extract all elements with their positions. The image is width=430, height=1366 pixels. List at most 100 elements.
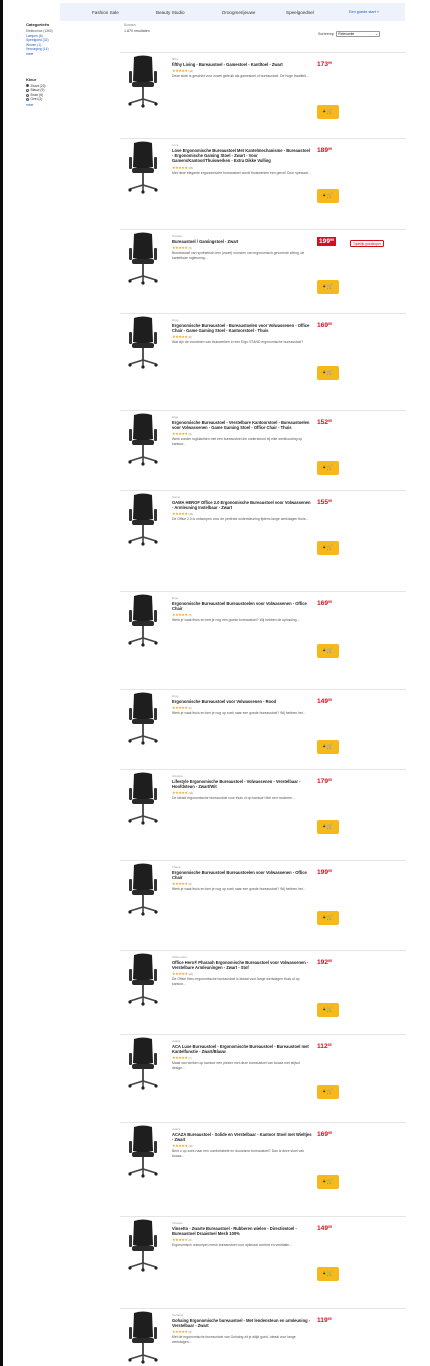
product-brand[interactable]: Tectake: [172, 234, 312, 238]
product-card[interactable]: Lifestyle Lifestyle Ergonomische Bureaus…: [120, 769, 406, 860]
product-card[interactable]: Acaza ACA Luxe Bureaustoel - Ergonomisch…: [120, 1034, 406, 1122]
product-image[interactable]: [120, 314, 166, 374]
product-image[interactable]: [120, 690, 166, 750]
product-image[interactable]: [120, 411, 166, 471]
product-image[interactable]: [120, 951, 166, 1011]
nav-speelgoed[interactable]: Speelgoedsel: [286, 10, 314, 15]
product-brand[interactable]: Ergo: [172, 318, 312, 322]
product-card[interactable]: Ergo Ergonomische Bureaustoel Bureaustoe…: [120, 591, 406, 689]
product-image[interactable]: [120, 1035, 166, 1095]
review-count[interactable]: (9): [189, 882, 192, 886]
add-to-cart-button[interactable]: + 🛒: [317, 366, 339, 380]
product-title[interactable]: Bureaustoel / Gamingstoel - Zwart: [172, 239, 312, 244]
review-count[interactable]: (25): [189, 166, 193, 170]
product-title[interactable]: Ergonomische Bureaustoel Bureaustoelen v…: [172, 870, 312, 880]
color-option[interactable]: Geel (2): [26, 97, 106, 102]
product-title[interactable]: Ergonomische Bureaustoel Bureaustoelen v…: [172, 601, 312, 611]
product-image[interactable]: [120, 139, 166, 199]
product-card[interactable]: Office Hero Office Hero® Pharaoh Ergonom…: [120, 950, 406, 1034]
product-card[interactable]: Thaue Ergonomische Bureaustoel Bureausto…: [120, 860, 406, 950]
radio-icon[interactable]: [26, 93, 29, 97]
product-title[interactable]: GAMA HEROF Office 2.0 Ergonomische Burea…: [172, 500, 312, 510]
review-count[interactable]: (3): [189, 246, 192, 250]
add-to-cart-button[interactable]: + 🛒: [317, 1175, 339, 1189]
product-card[interactable]: Acaza ACAZA Bureaustoel - Solide en Vers…: [120, 1122, 406, 1216]
product-card[interactable]: Gohaing Gohaing Ergonomische bureaustoel…: [120, 1308, 406, 1366]
product-brand[interactable]: Acaza: [172, 1127, 312, 1131]
add-to-cart-button[interactable]: + 🛒: [317, 105, 339, 119]
radio-selected-icon[interactable]: [26, 84, 29, 88]
product-image[interactable]: [120, 491, 166, 551]
product-title[interactable]: Office Hero® Pharaoh Ergonomische Bureau…: [172, 960, 312, 970]
product-title[interactable]: Ergonomische Bureaustoel voor Volwassene…: [172, 699, 312, 704]
product-brand[interactable]: Vinsetto: [172, 1221, 312, 1225]
review-count[interactable]: (12): [189, 69, 193, 73]
review-count[interactable]: (2): [189, 1238, 192, 1242]
product-brand[interactable]: Lifestyle: [172, 774, 312, 778]
product-image[interactable]: [120, 770, 166, 830]
review-count[interactable]: (16): [189, 512, 193, 516]
product-brand[interactable]: Ergo: [172, 415, 312, 419]
product-image[interactable]: [120, 230, 166, 290]
product-card[interactable]: Love Love Ergonomische Bureaustoel Met K…: [120, 138, 406, 229]
product-image[interactable]: [120, 1217, 166, 1277]
product-image[interactable]: [120, 592, 166, 652]
nav-droogmerijeuwe[interactable]: Droogmerijeuwe: [222, 10, 255, 15]
review-count[interactable]: (14): [189, 791, 193, 795]
product-brand[interactable]: Acaza: [172, 1039, 312, 1043]
product-image[interactable]: [120, 861, 166, 921]
product-image[interactable]: [120, 1309, 166, 1366]
add-to-cart-button[interactable]: + 🛒: [317, 740, 339, 754]
category-more-link[interactable]: meer: [26, 52, 106, 57]
sort-select[interactable]: Relevantie ⌄: [335, 31, 380, 37]
add-to-cart-button[interactable]: + 🛒: [317, 1267, 339, 1281]
color-more-link[interactable]: meer: [26, 103, 106, 107]
review-count[interactable]: (7): [189, 1056, 192, 1060]
review-count[interactable]: (4): [189, 432, 192, 436]
review-count[interactable]: (11): [189, 1144, 193, 1148]
add-to-cart-button[interactable]: + 🛒: [317, 541, 339, 555]
radio-icon[interactable]: [26, 88, 29, 92]
product-title[interactable]: Vinsetto - Zwarte Bureaustoel - Rubberen…: [172, 1226, 312, 1236]
product-card[interactable]: Gamo GAMA HEROF Office 2.0 Ergonomische …: [120, 490, 406, 591]
product-brand[interactable]: Thaue: [172, 865, 312, 869]
product-brand[interactable]: Gohaing: [172, 1313, 312, 1317]
product-card[interactable]: Vinsetto Vinsetto - Zwarte Bureaustoel -…: [120, 1216, 406, 1308]
review-count[interactable]: (8): [189, 335, 192, 339]
product-brand[interactable]: Ergo: [172, 694, 312, 698]
add-to-cart-button[interactable]: + 🛒: [317, 820, 339, 834]
product-card[interactable]: Tectake Bureaustoel / Gamingstoel - Zwar…: [120, 229, 406, 313]
review-count[interactable]: (5): [189, 1330, 192, 1334]
product-image[interactable]: [120, 1123, 166, 1183]
review-count[interactable]: (22): [189, 972, 193, 976]
product-brand[interactable]: Office Hero: [172, 955, 312, 959]
add-to-cart-button[interactable]: + 🛒: [317, 644, 339, 658]
add-to-cart-button[interactable]: + 🛒: [317, 1003, 339, 1017]
product-card[interactable]: Ergo Ergonomische Bureaustoel voor Volwa…: [120, 689, 406, 769]
nav-beauty-studio[interactable]: Beauty Studio: [156, 10, 185, 15]
product-brand[interactable]: Ergo: [172, 596, 312, 600]
product-card[interactable]: fifthy fifthy Living - Bureaustoel - Gam…: [120, 52, 406, 138]
product-title[interactable]: Love Ergonomische Bureaustoel Met Kantel…: [172, 148, 312, 164]
review-count[interactable]: (6): [189, 706, 192, 710]
nav-good-start-link[interactable]: Een goede start »: [349, 10, 379, 14]
product-brand[interactable]: Love: [172, 143, 312, 147]
breadcrumb[interactable]: Bureaus: [124, 23, 234, 27]
radio-icon[interactable]: [26, 98, 29, 102]
nav-fashion-sale[interactable]: Fashion Sale: [92, 10, 119, 15]
product-title[interactable]: Ergonomische Bureaustoel - Bureaustoelen…: [172, 323, 312, 333]
product-title[interactable]: ACAZA Bureaustoel - Solide en Verstelbaa…: [172, 1132, 312, 1142]
add-to-cart-button[interactable]: + 🛒: [317, 461, 339, 475]
product-brand[interactable]: fifthy: [172, 57, 312, 61]
product-title[interactable]: Gohaing Ergonomische bureaustoel - Met l…: [172, 1318, 312, 1328]
product-title[interactable]: fifthy Living - Bureaustoel - Gamestoel …: [172, 62, 312, 67]
product-card[interactable]: Ergo Ergonomische Bureaustoel - Verstelb…: [120, 410, 406, 490]
product-image[interactable]: [120, 53, 166, 113]
add-to-cart-button[interactable]: + 🛒: [317, 1085, 339, 1099]
add-to-cart-button[interactable]: + 🛒: [317, 280, 339, 294]
add-to-cart-button[interactable]: + 🛒: [317, 911, 339, 925]
product-brand[interactable]: Gamo: [172, 495, 312, 499]
product-title[interactable]: Ergonomische Bureaustoel - Verstelbare K…: [172, 420, 312, 430]
add-to-cart-button[interactable]: + 🛒: [317, 189, 339, 203]
review-count[interactable]: (5): [189, 613, 192, 617]
